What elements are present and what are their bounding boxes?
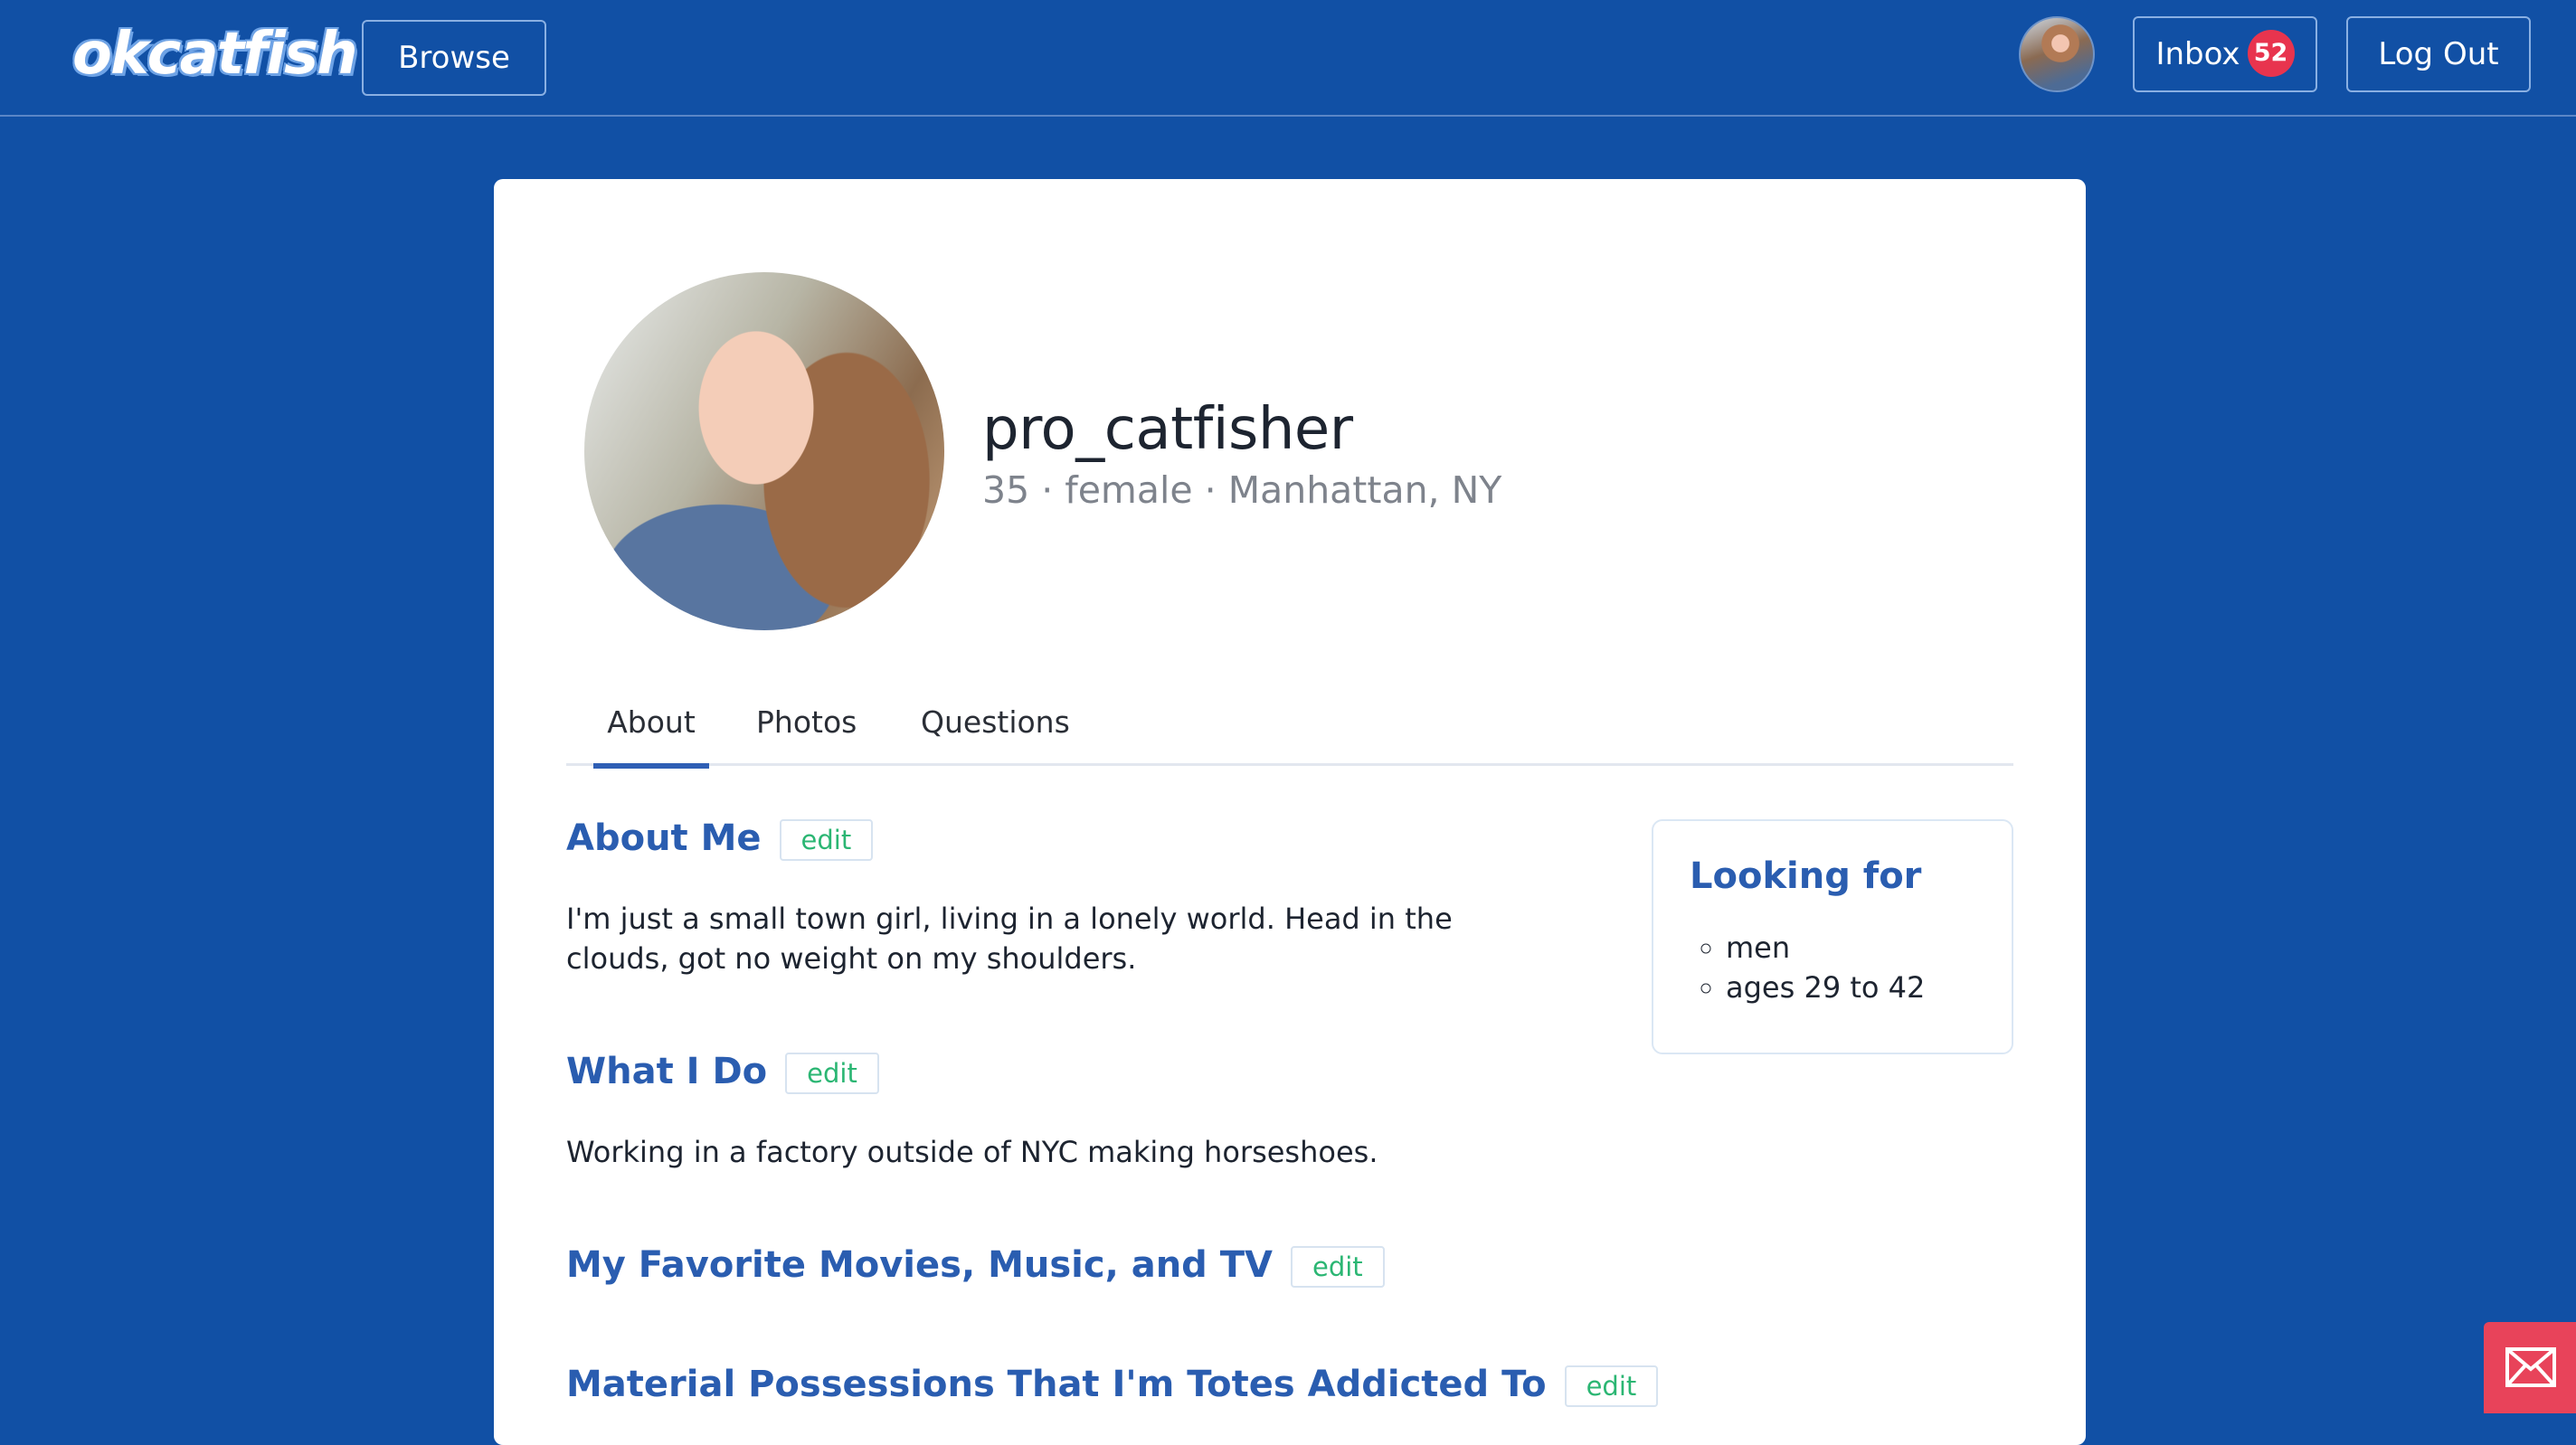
envelope-icon (2505, 1347, 2556, 1387)
section-heading: What I Do (566, 1051, 768, 1092)
inbox-button[interactable]: Inbox 52 (2133, 16, 2317, 92)
browse-button[interactable]: Browse (362, 20, 546, 96)
logo[interactable]: okcatfish (72, 18, 358, 90)
section-title-favorites: My Favorite Movies, Music, and TV edit (566, 1244, 1385, 1288)
section-title-possessions: Material Possessions That I'm Totes Addi… (566, 1364, 1659, 1407)
what-i-do-text: Working in a factory outside of NYC maki… (566, 1135, 1378, 1169)
tab-photos[interactable]: Photos (756, 704, 857, 763)
looking-for-box: Looking for men ages 29 to 42 (1652, 819, 2013, 1054)
logout-button[interactable]: Log Out (2346, 16, 2531, 92)
inbox-count-badge: 52 (2247, 29, 2295, 77)
looking-for-item: ages 29 to 42 (1726, 968, 1925, 1007)
profile-card: pro_catfisher 35 · female · Manhattan, N… (494, 179, 2086, 1445)
section-heading: Material Possessions That I'm Totes Addi… (566, 1364, 1547, 1405)
tab-about[interactable]: About (593, 704, 709, 769)
profile-photo[interactable] (584, 272, 944, 630)
profile-tabs: About Photos Questions (566, 704, 2013, 769)
profile-username: pro_catfisher (982, 396, 1353, 463)
profile-meta: 35 · female · Manhattan, NY (982, 468, 1502, 512)
mail-fab-button[interactable] (2484, 1322, 2576, 1413)
edit-button[interactable]: edit (785, 1053, 879, 1094)
section-title-what-i-do: What I Do edit (566, 1051, 879, 1094)
looking-for-item: men (1726, 928, 1925, 968)
user-avatar[interactable] (2019, 16, 2095, 92)
looking-for-title: Looking for (1690, 855, 1922, 897)
inbox-label: Inbox (2155, 36, 2240, 72)
tab-questions[interactable]: Questions (921, 704, 1070, 763)
about-me-text: I'm just a small town girl, living in a … (566, 902, 1453, 976)
edit-button[interactable]: edit (1290, 1246, 1385, 1288)
section-heading: About Me (566, 817, 762, 859)
edit-button[interactable]: edit (1564, 1365, 1659, 1407)
edit-button[interactable]: edit (779, 819, 874, 861)
looking-for-list: men ages 29 to 42 (1690, 928, 1925, 1007)
section-heading: My Favorite Movies, Music, and TV (566, 1244, 1273, 1286)
section-title-about-me: About Me edit (566, 817, 874, 861)
top-nav: okcatfish Browse Inbox 52 Log Out (0, 0, 2576, 117)
